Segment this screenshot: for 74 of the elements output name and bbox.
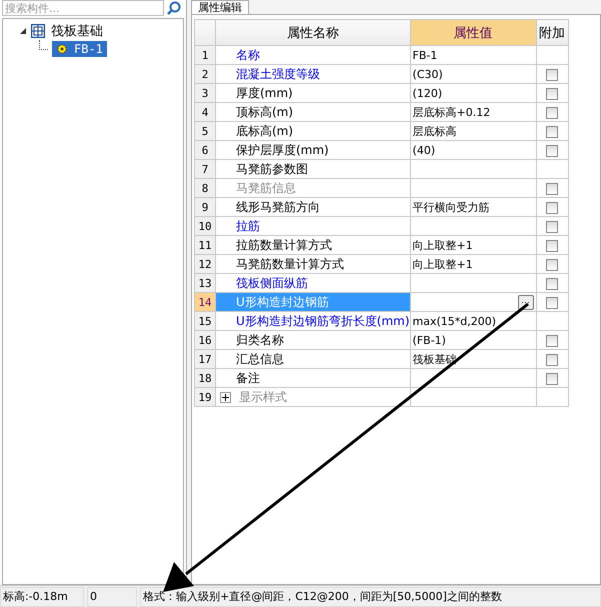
property-name: 拉筋 [236,218,260,234]
checkbox[interactable] [546,258,558,271]
property-value[interactable]: (C30) [412,68,443,80]
checkbox[interactable] [546,220,558,233]
gear-icon [56,43,68,55]
column-header: 属性值 [410,20,536,46]
property-name: U形构造封边钢筋弯折长度(mm) [236,312,410,330]
checkbox[interactable] [546,106,558,119]
expand-plus-icon[interactable] [220,392,231,402]
checkbox[interactable] [546,126,558,138]
search-field[interactable]: 搜索构件... [2,0,164,16]
status-text: 标高:-0.18m [0,586,84,606]
row-number: 6 [194,140,216,160]
ellipsis-button[interactable]: ··· [518,294,534,310]
checkbox[interactable] [546,334,558,347]
row-number: 13 [194,274,216,292]
checkbox[interactable] [546,202,558,214]
property-name: 备注 [236,370,260,386]
checkbox[interactable] [546,372,558,385]
row-number: 9 [194,198,216,216]
checkbox[interactable] [546,68,558,81]
row-number: 8 [194,178,216,198]
checkbox[interactable] [546,354,558,366]
row-number: 11 [194,236,216,254]
checkbox[interactable] [546,182,558,195]
property-name: 线形马凳筋方向 [236,198,320,216]
checkbox[interactable] [546,240,558,252]
row-number: 12 [194,254,216,274]
row-number: 14 [194,292,216,312]
status-text: 格式：输入级别+直径@间距，C12@200，间距为[50,5000]之间的整数 [140,586,601,606]
checkbox[interactable] [546,88,558,100]
checkbox[interactable] [546,278,558,290]
row-number: 17 [194,350,216,368]
row-number: 10 [194,216,216,236]
row-number: 1 [194,46,216,64]
checkbox[interactable] [546,144,558,157]
search-icon[interactable] [167,1,181,15]
property-name: 厚度(mm) [236,84,293,102]
row-number: 19 [194,388,216,406]
property-name: 马凳筋参数图 [236,160,308,178]
row-number: 2 [194,64,216,84]
property-name: 汇总信息 [236,350,284,368]
tab[interactable]: 属性编辑 [191,0,249,14]
row-number: 7 [194,160,216,178]
row-number: 5 [194,122,216,140]
row-number: 4 [194,102,216,122]
row-number: 16 [194,330,216,350]
property-name: 名称 [236,46,260,64]
property-value[interactable]: FB-1 [412,48,438,62]
tree-item[interactable]: 筏板基础 [49,21,105,41]
property-name: 显示样式 [239,388,287,406]
property-name: U形构造封边钢筋 [236,294,329,310]
checkbox[interactable] [546,296,558,309]
property-name: 拉筋数量计算方式 [236,236,332,254]
property-name: 马凳筋信息 [236,180,296,196]
property-value[interactable]: (120) [412,86,442,100]
row-number: 3 [194,84,216,102]
tree-item[interactable]: FB-1 [52,41,107,57]
property-name: 马凳筋数量计算方式 [236,256,344,272]
column-header: 属性名称 [216,20,410,46]
collapse-triangle-icon[interactable] [19,27,27,35]
property-name: 底标高(m) [236,122,294,140]
property-value[interactable]: (FB-1) [412,334,446,346]
row-number: 18 [194,368,216,388]
grid-frame-icon [31,24,45,38]
property-name: 筏板侧面纵筋 [236,274,308,292]
row-number: 15 [194,312,216,330]
column-header: 附加 [536,20,568,46]
property-value[interactable]: (40) [412,144,436,156]
property-name: 归类名称 [236,332,284,348]
status-text: 0 [87,586,137,606]
property-name: 顶标高(m) [236,104,294,120]
property-name: 混凝土强度等级 [236,66,320,82]
property-name: 保护层厚度(mm) [236,142,329,158]
